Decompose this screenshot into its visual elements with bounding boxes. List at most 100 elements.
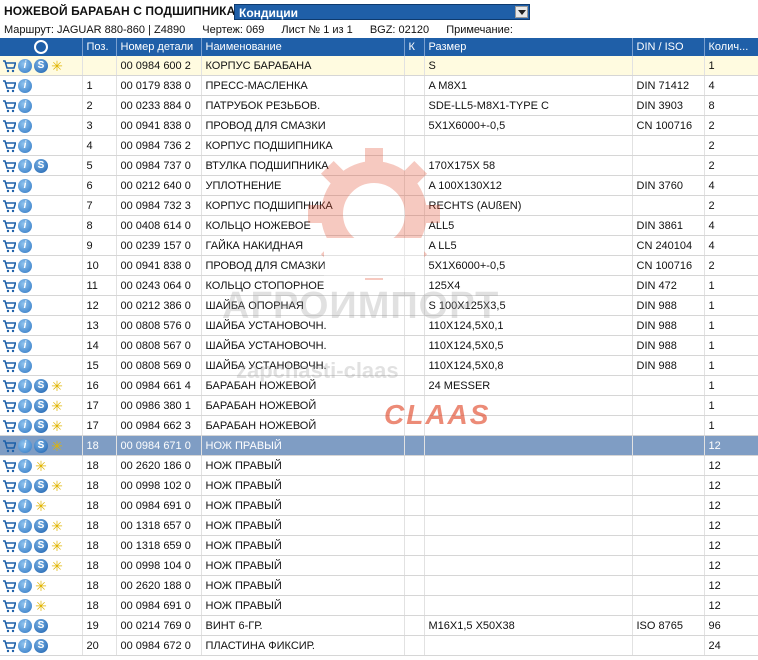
cart-icon[interactable] bbox=[2, 439, 17, 453]
table-row[interactable]: i 14 00 0808 567 0 ШАЙБА УСТАНОВОЧН. 110X124… bbox=[0, 335, 758, 356]
table-row[interactable]: i S ✳ 00 0984 600 2 КОРПУС БАРАБАНА S 1 bbox=[0, 56, 758, 76]
s-icon[interactable]: S bbox=[34, 478, 48, 493]
cart-icon[interactable] bbox=[2, 99, 17, 113]
chevron-down-icon[interactable] bbox=[515, 6, 528, 18]
info-icon[interactable]: i bbox=[18, 258, 32, 273]
star-icon[interactable]: ✳ bbox=[50, 559, 64, 573]
info-icon[interactable]: i bbox=[18, 438, 32, 453]
cart-icon[interactable] bbox=[2, 599, 17, 613]
table-row[interactable]: i ✳ 18 00 0984 691 0 НОЖ ПРАВЫЙ 12 bbox=[0, 595, 758, 616]
table-row[interactable]: i S ✳ 18 00 1318 657 0 НОЖ ПРАВЫЙ 12 bbox=[0, 515, 758, 536]
info-icon[interactable]: i bbox=[18, 358, 32, 373]
info-icon[interactable]: i bbox=[18, 378, 32, 393]
table-row[interactable]: i 2 00 0233 884 0 ПАТРУБОК РЕЗЬБОВ. SDE-LL5-… bbox=[0, 95, 758, 116]
info-icon[interactable]: i bbox=[18, 338, 32, 353]
info-icon[interactable]: i bbox=[18, 278, 32, 293]
info-icon[interactable]: i bbox=[18, 558, 32, 573]
star-icon[interactable]: ✳ bbox=[50, 519, 64, 533]
col-name[interactable]: Наименование bbox=[201, 38, 405, 56]
star-icon[interactable]: ✳ bbox=[50, 539, 64, 553]
s-icon[interactable]: S bbox=[34, 378, 48, 393]
table-row[interactable]: i 15 00 0808 569 0 ШАЙБА УСТАНОВОЧН. 110X124… bbox=[0, 355, 758, 376]
star-icon[interactable]: ✳ bbox=[34, 499, 48, 513]
table-row[interactable]: i 3 00 0941 838 0 ПРОВОД ДЛЯ СМАЗКИ 5X1X6000… bbox=[0, 115, 758, 136]
info-icon[interactable]: i bbox=[18, 318, 32, 333]
cart-icon[interactable] bbox=[2, 259, 17, 273]
table-row[interactable]: i S ✳ 18 00 0984 671 0 НОЖ ПРАВЫЙ 12 bbox=[0, 435, 758, 456]
info-icon[interactable]: i bbox=[18, 298, 32, 313]
cart-icon[interactable] bbox=[2, 119, 17, 133]
info-icon[interactable]: i bbox=[18, 78, 32, 93]
table-row[interactable]: i ✳ 18 00 2620 188 0 НОЖ ПРАВЫЙ 12 bbox=[0, 575, 758, 596]
cart-icon[interactable] bbox=[2, 639, 17, 653]
info-icon[interactable]: i bbox=[18, 578, 32, 593]
info-icon[interactable]: i bbox=[18, 138, 32, 153]
info-icon[interactable]: i bbox=[18, 618, 32, 633]
table-row[interactable]: i 11 00 0243 064 0 КОЛЬЦО СТОПОРНОЕ 125X4 DIN… bbox=[0, 275, 758, 296]
info-icon[interactable]: i bbox=[18, 398, 32, 413]
info-icon[interactable]: i bbox=[18, 458, 32, 473]
table-row[interactable]: i S ✳ 18 00 1318 659 0 НОЖ ПРАВЫЙ 12 bbox=[0, 535, 758, 556]
cart-icon[interactable] bbox=[2, 179, 17, 193]
cart-icon[interactable] bbox=[2, 139, 17, 153]
table-row[interactable]: i S 19 00 0214 769 0 ВИНТ 6-ГР. M16X1,5 X50X3… bbox=[0, 615, 758, 636]
cart-icon[interactable] bbox=[2, 159, 17, 173]
table-row[interactable]: i 9 00 0239 157 0 ГАЙКА НАКИДНАЯ A LL5 CN 240… bbox=[0, 235, 758, 256]
cart-icon[interactable] bbox=[2, 619, 17, 633]
info-icon[interactable]: i bbox=[18, 178, 32, 193]
star-icon[interactable]: ✳ bbox=[34, 459, 48, 473]
table-row[interactable]: i S 5 00 0984 737 0 ВТУЛКА ПОДШИПНИКА 170X175… bbox=[0, 155, 758, 176]
cart-icon[interactable] bbox=[2, 539, 17, 553]
star-icon[interactable]: ✳ bbox=[50, 379, 64, 393]
s-icon[interactable]: S bbox=[34, 398, 48, 413]
col-din-iso[interactable]: DIN / ISO bbox=[632, 38, 705, 56]
table-row[interactable]: i S ✳ 17 00 0984 662 3 БАРАБАН НОЖЕВОЙ 1 bbox=[0, 415, 758, 436]
s-icon[interactable]: S bbox=[34, 638, 48, 653]
table-row[interactable]: i ✳ 18 00 0984 691 0 НОЖ ПРАВЫЙ 12 bbox=[0, 495, 758, 516]
cart-icon[interactable] bbox=[2, 519, 17, 533]
info-icon[interactable]: i bbox=[18, 198, 32, 213]
table-row[interactable]: i S 20 00 0984 672 0 ПЛАСТИНА ФИКСИР. 24 bbox=[0, 635, 758, 656]
table-row[interactable]: i 8 00 0408 614 0 КОЛЬЦО НОЖЕВОЕ ALL5 DIN 386… bbox=[0, 215, 758, 236]
info-icon[interactable]: i bbox=[18, 58, 32, 73]
cart-icon[interactable] bbox=[2, 79, 17, 93]
cart-icon[interactable] bbox=[2, 379, 17, 393]
conditions-dropdown[interactable]: Кондиции bbox=[234, 4, 530, 20]
cart-icon[interactable] bbox=[2, 299, 17, 313]
cart-icon[interactable] bbox=[2, 239, 17, 253]
cart-icon[interactable] bbox=[2, 339, 17, 353]
cart-icon[interactable] bbox=[2, 319, 17, 333]
info-icon[interactable]: i bbox=[18, 478, 32, 493]
star-icon[interactable]: ✳ bbox=[50, 439, 64, 453]
col-k[interactable]: К bbox=[404, 38, 425, 56]
star-icon[interactable]: ✳ bbox=[50, 399, 64, 413]
s-icon[interactable]: S bbox=[34, 58, 48, 73]
star-icon[interactable]: ✳ bbox=[50, 479, 64, 493]
star-icon[interactable]: ✳ bbox=[50, 419, 64, 433]
star-icon[interactable]: ✳ bbox=[34, 599, 48, 613]
star-icon[interactable]: ✳ bbox=[34, 579, 48, 593]
info-icon[interactable]: i bbox=[18, 638, 32, 653]
s-icon[interactable]: S bbox=[34, 418, 48, 433]
info-icon[interactable]: i bbox=[18, 118, 32, 133]
table-row[interactable]: i 1 00 0179 838 0 ПРЕСС-МАСЛЕНКА A M8X1 DIN 7… bbox=[0, 75, 758, 96]
s-icon[interactable]: S bbox=[34, 538, 48, 553]
col-pos[interactable]: Поз. bbox=[82, 38, 117, 56]
info-icon[interactable]: i bbox=[18, 158, 32, 173]
cart-icon[interactable] bbox=[2, 579, 17, 593]
cart-icon[interactable] bbox=[2, 359, 17, 373]
info-icon[interactable]: i bbox=[18, 238, 32, 253]
table-row[interactable]: i S ✳ 18 00 0998 102 0 НОЖ ПРАВЫЙ 12 bbox=[0, 475, 758, 496]
table-row[interactable]: i S ✳ 18 00 0998 104 0 НОЖ ПРАВЫЙ 12 bbox=[0, 555, 758, 576]
header-icon-col[interactable] bbox=[0, 38, 83, 56]
s-icon[interactable]: S bbox=[34, 518, 48, 533]
s-icon[interactable]: S bbox=[34, 158, 48, 173]
table-row[interactable]: i 4 00 0984 736 2 КОРПУС ПОДШИПНИКА 2 bbox=[0, 135, 758, 156]
search-icon[interactable] bbox=[33, 40, 48, 54]
cart-icon[interactable] bbox=[2, 279, 17, 293]
cart-icon[interactable] bbox=[2, 199, 17, 213]
info-icon[interactable]: i bbox=[18, 218, 32, 233]
info-icon[interactable]: i bbox=[18, 538, 32, 553]
cart-icon[interactable] bbox=[2, 479, 17, 493]
table-row[interactable]: i 13 00 0808 576 0 ШАЙБА УСТАНОВОЧН. 110X124… bbox=[0, 315, 758, 336]
